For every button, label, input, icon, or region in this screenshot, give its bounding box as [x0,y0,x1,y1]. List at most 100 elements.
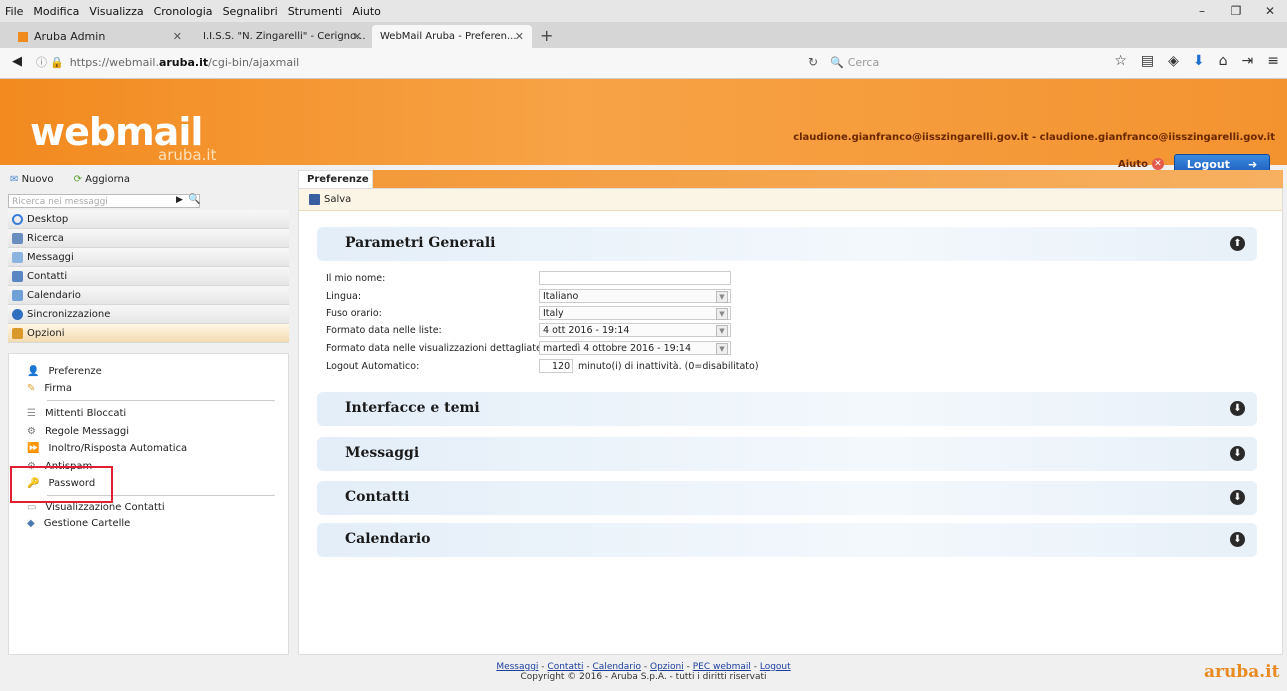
home-icon[interactable]: ⌂ [1219,53,1228,69]
contacts-view-icon: ▭ [27,502,37,513]
footer-link-messaggi[interactable]: Messaggi [496,662,538,672]
timezone-select[interactable]: Italy ▼ [539,306,731,320]
hamburger-menu-icon[interactable]: ≡ [1267,53,1279,69]
language-select[interactable]: Italiano ▼ [539,289,731,303]
menu-strumenti[interactable]: Strumenti [283,5,348,18]
footer-link-logout[interactable]: Logout [760,662,791,672]
restore-icon[interactable]: ❐ [1219,0,1253,22]
option-visualizzazione-contatti[interactable]: ▭ Visualizzazione Contatti [27,502,165,513]
collapse-arrow-up-icon[interactable]: ⬆ [1230,236,1245,251]
sidebar-item-messaggi[interactable]: Messaggi [8,248,289,267]
option-regole-messaggi[interactable]: ⚙ Regole Messaggi [27,426,129,437]
menu-modifica[interactable]: Modifica [28,5,84,18]
menu-cronologia[interactable]: Cronologia [149,5,218,18]
expand-arrow-down-icon[interactable]: ⬇ [1230,532,1245,547]
footer-link-pec-webmail[interactable]: PEC webmail [693,662,751,672]
new-tab-icon[interactable]: + [540,26,553,45]
sidebar-item-label: Contatti [27,270,68,282]
help-link[interactable]: Aiuto ✕ [1118,158,1164,170]
close-icon[interactable]: ✕ [1253,0,1287,22]
menu-visualizza[interactable]: Visualizza [84,5,148,18]
section-parametri-generali[interactable]: Parametri Generali ⬆ [317,227,1257,261]
sidebar-item-sincronizzazione[interactable]: Sincronizzazione [8,305,289,324]
menu-segnalibri[interactable]: Segnalibri [218,5,283,18]
extension-icon[interactable]: ⇥ [1242,53,1254,69]
section-messaggi[interactable]: Messaggi ⬇ [317,437,1257,471]
library-icon[interactable]: ▤ [1141,53,1154,69]
option-mittenti-bloccati[interactable]: ☰ Mittenti Bloccati [27,408,126,419]
footer-link-contatti[interactable]: Contatti [547,662,583,672]
back-icon[interactable]: ◀ [12,54,22,69]
footer-link-opzioni[interactable]: Opzioni [650,662,684,672]
footer-link-calendario[interactable]: Calendario [593,662,641,672]
section-title: Contatti [345,489,410,505]
options-divider [47,400,275,401]
option-label: Regole Messaggi [44,426,129,437]
save-label: Salva [324,194,352,205]
section-contatti[interactable]: Contatti ⬇ [317,481,1257,515]
option-preferenze[interactable]: 👤 Preferenze [27,366,102,377]
pocket-icon[interactable]: ◈ [1168,53,1179,69]
bookmark-star-icon[interactable]: ☆ [1114,53,1127,69]
date-list-format-select[interactable]: 4 ott 2016 - 19:14 ▼ [539,323,731,337]
tab-preferenze[interactable]: Preferenze [298,170,373,188]
chevron-down-icon: ▼ [716,325,728,337]
browser-search[interactable]: 🔍 Cerca [830,52,1070,72]
section-title: Interfacce e temi [345,400,480,416]
lock-icon: 🔒 [50,55,64,69]
field-label: Formato data nelle visualizzazioni detta… [326,343,546,354]
sidebar-item-ricerca[interactable]: Ricerca [8,229,289,248]
expand-arrow-down-icon[interactable]: ⬇ [1230,446,1245,461]
download-icon[interactable]: ⬇ [1193,53,1205,69]
message-search-input[interactable]: Ricerca nei messaggi [8,194,200,208]
option-firma[interactable]: ✎ Firma [27,383,72,394]
sidebar-item-contatti[interactable]: Contatti [8,267,289,286]
save-button[interactable]: Salva [309,194,351,205]
options-panel: 👤 Preferenze ✎ Firma ☰ Mittenti Bloccati ⚙ R… [8,353,289,655]
tab-close-icon[interactable]: ✕ [353,30,362,43]
new-button[interactable]: ✉ Nuovo [10,174,54,185]
footer-links: Messaggi - Contatti - Calendario - Opzio… [496,662,791,672]
tab-close-icon[interactable]: ✕ [173,30,182,43]
url-prefix: https://webmail. [69,55,159,69]
url-bar[interactable]: ⓘ 🔒 https://webmail. aruba.it /cgi-bin/a… [36,52,526,72]
auto-logout-input[interactable]: 120 [539,359,573,373]
tab-close-icon[interactable]: ✕ [515,30,524,43]
url-path: /cgi-bin/ajaxmail [208,55,300,69]
select-value: martedì 4 ottobre 2016 - 19:14 [543,343,691,354]
expand-arrow-down-icon[interactable]: ⬇ [1230,401,1245,416]
date-detail-format-select[interactable]: martedì 4 ottobre 2016 - 19:14 ▼ [539,341,731,355]
gear-icon: ⚙ [27,426,36,437]
search-options-icon[interactable]: ▶ [176,195,183,205]
search-go-icon[interactable]: 🔍 [188,194,200,205]
sidebar-item-desktop[interactable]: Desktop [8,210,289,229]
new-label: Nuovo [21,173,54,185]
help-label: Aiuto [1118,158,1148,170]
tab-iiss-zingarelli[interactable]: I.I.S.S. "N. Zingarelli" - Cerigno... ✕ [195,25,370,48]
minimize-icon[interactable]: – [1185,0,1219,22]
expand-arrow-down-icon[interactable]: ⬇ [1230,490,1245,505]
menu-bar: File Modifica Visualizza Cronologia Segn… [0,0,1287,22]
sidebar-item-calendario[interactable]: Calendario [8,286,289,305]
name-input[interactable] [539,271,731,285]
tab-webmail[interactable]: WebMail Aruba - Preferen... ✕ [372,25,532,48]
arrow-right-icon: ➜ [1247,157,1258,171]
refresh-button[interactable]: ⟳ Aggiorna [74,174,130,185]
toolbar-icons: ☆ ▤ ◈ ⬇ ⌂ ⇥ ≡ [1114,53,1279,69]
option-gestione-cartelle[interactable]: ◆ Gestione Cartelle [27,518,130,529]
sync-icon [12,308,23,320]
sidebar-item-opzioni[interactable]: Opzioni [8,324,289,343]
menu-aiuto[interactable]: Aiuto [347,5,386,18]
logout-label: Logout [1186,157,1230,171]
logo-sub-text: aruba.it [158,146,217,164]
field-label: Logout Automatico: [326,361,420,372]
section-interfacce-temi[interactable]: Interfacce e temi ⬇ [317,392,1257,426]
menu-file[interactable]: File [0,5,28,18]
chevron-down-icon: ▼ [716,308,728,320]
option-inoltro-risposta[interactable]: ⏩ Inoltro/Risposta Automatica [27,443,187,454]
section-calendario[interactable]: Calendario ⬇ [317,523,1257,557]
tab-aruba-admin[interactable]: Aruba Admin ✕ [10,25,190,48]
row-timezone: Fuso orario: Italy ▼ [326,306,1026,322]
new-mail-icon: ✉ [10,173,19,185]
reload-icon[interactable]: ↻ [808,55,818,69]
